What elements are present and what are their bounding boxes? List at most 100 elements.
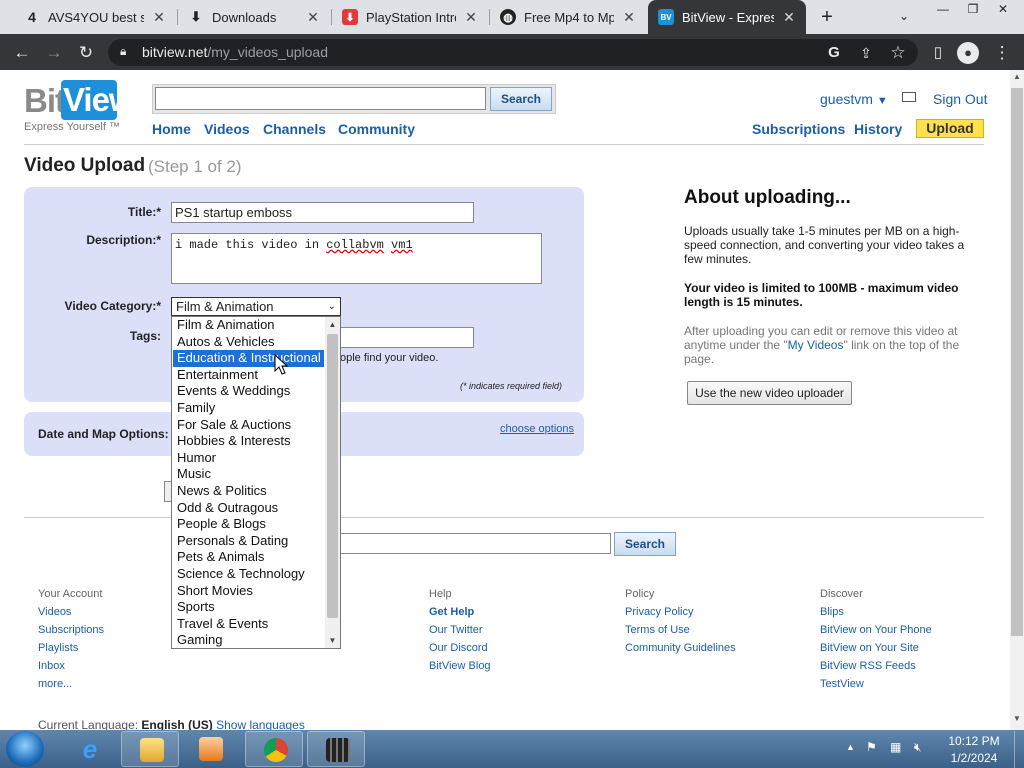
footer-link[interactable]: Community Guidelines: [625, 639, 795, 657]
category-option[interactable]: Pets & Animals: [173, 549, 324, 566]
lock-icon[interactable]: 🔒︎: [120, 44, 134, 60]
tray-expand-icon[interactable]: ▲: [846, 742, 855, 752]
footer-link[interactable]: Terms of Use: [625, 621, 795, 639]
category-option[interactable]: Science & Technology: [173, 566, 324, 583]
tab-playstation-intro[interactable]: ⬇ PlayStation Intro 1 ✕: [332, 0, 488, 34]
footer-search-input[interactable]: [340, 533, 611, 554]
internet-explorer-icon[interactable]: e: [60, 731, 118, 767]
description-field[interactable]: i made this video in collabvm vm1: [171, 233, 542, 284]
category-dropdown-list[interactable]: Film & Animation Autos & Vehicles Educat…: [171, 316, 341, 649]
close-tab-icon[interactable]: ✕: [782, 9, 796, 26]
footer-link[interactable]: Playlists: [38, 639, 188, 657]
tab-search-chevron-icon[interactable]: ⌄: [894, 6, 914, 26]
minimize-window-icon[interactable]: —: [928, 0, 958, 20]
address-url[interactable]: bitview.net/my_videos_upload: [142, 44, 328, 60]
search-input[interactable]: [155, 87, 486, 110]
category-option[interactable]: Events & Weddings: [173, 383, 324, 400]
category-option[interactable]: Gaming: [173, 632, 324, 648]
media-player-icon[interactable]: [181, 731, 239, 767]
category-option[interactable]: Odd & Outragous: [173, 500, 324, 517]
more-menu-icon[interactable]: ⋮: [990, 41, 1014, 65]
category-select[interactable]: Film & Animation ⌄: [171, 297, 341, 316]
nav-channels[interactable]: Channels: [263, 121, 326, 137]
video-editor-icon[interactable]: [307, 731, 365, 767]
footer-link[interactable]: more...: [38, 675, 188, 693]
category-option[interactable]: Humor: [173, 450, 324, 467]
category-option[interactable]: Personals & Dating: [173, 533, 324, 550]
nav-community[interactable]: Community: [338, 121, 415, 137]
action-center-flag-icon[interactable]: ⚑: [866, 740, 882, 756]
my-videos-link[interactable]: My Videos: [788, 338, 844, 352]
back-arrow-icon[interactable]: ←: [10, 41, 34, 65]
category-option[interactable]: Family: [173, 400, 324, 417]
title-field[interactable]: PS1 startup emboss: [171, 202, 474, 223]
footer-link[interactable]: Our Discord: [429, 639, 579, 657]
new-tab-icon[interactable]: +: [815, 5, 839, 29]
volume-muted-icon[interactable]: 🔇︎: [914, 740, 930, 756]
close-tab-icon[interactable]: ✕: [622, 9, 636, 26]
show-desktop-button[interactable]: [1014, 731, 1024, 768]
chrome-icon[interactable]: [245, 731, 303, 767]
scroll-up-arrow-icon[interactable]: ▲: [1010, 72, 1024, 86]
choose-options-link[interactable]: choose options: [500, 423, 574, 435]
logo-view[interactable]: View: [61, 80, 135, 120]
bookmark-star-icon[interactable]: ☆: [886, 41, 910, 65]
user-menu[interactable]: guestvm ▼: [820, 91, 888, 107]
tab-bitview[interactable]: BV BitView - Express Y ✕: [648, 0, 806, 34]
close-tab-icon[interactable]: ✕: [306, 9, 320, 26]
windows-start-icon[interactable]: [6, 731, 44, 767]
close-tab-icon[interactable]: ✕: [464, 9, 478, 26]
reload-icon[interactable]: ↻: [74, 41, 98, 65]
tab-downloads[interactable]: ⬇ Downloads ✕: [178, 0, 330, 34]
footer-link[interactable]: Privacy Policy: [625, 603, 795, 621]
mail-icon[interactable]: [902, 92, 916, 102]
dropdown-scroll-up-icon[interactable]: ▲: [325, 318, 340, 332]
nav-videos[interactable]: Videos: [204, 121, 250, 137]
logo-bit[interactable]: Bit: [24, 82, 66, 120]
footer-link[interactable]: Subscriptions: [38, 621, 188, 639]
category-option[interactable]: Travel & Events: [173, 616, 324, 633]
footer-link[interactable]: BitView on Your Site: [820, 639, 990, 657]
nav-subscriptions[interactable]: Subscriptions: [752, 121, 845, 137]
category-option[interactable]: For Sale & Auctions: [173, 417, 324, 434]
category-option[interactable]: News & Politics: [173, 483, 324, 500]
footer-link[interactable]: BitView Blog: [429, 657, 579, 675]
page-scrollbar-thumb[interactable]: [1011, 88, 1023, 636]
share-icon[interactable]: ⇪: [854, 41, 878, 65]
forward-arrow-icon[interactable]: →: [42, 41, 66, 65]
footer-link[interactable]: Get Help: [429, 603, 579, 621]
nav-history[interactable]: History: [854, 121, 902, 137]
search-button[interactable]: Search: [490, 87, 552, 111]
category-option[interactable]: Entertainment: [173, 367, 324, 384]
google-icon[interactable]: G: [822, 41, 846, 65]
footer-link[interactable]: Blips: [820, 603, 990, 621]
category-option[interactable]: Hobbies & Interests: [173, 433, 324, 450]
file-explorer-icon[interactable]: [121, 731, 179, 767]
category-option[interactable]: Sports: [173, 599, 324, 616]
category-option[interactable]: Music: [173, 466, 324, 483]
new-uploader-button[interactable]: Use the new video uploader: [687, 381, 852, 405]
profile-avatar-icon[interactable]: ●: [957, 42, 979, 64]
scroll-down-arrow-icon[interactable]: ▼: [1010, 714, 1024, 728]
footer-link[interactable]: Videos: [38, 603, 188, 621]
close-window-icon[interactable]: ✕: [988, 0, 1018, 20]
tab-avs4you[interactable]: 4 AVS4YOU best sof ✕: [14, 0, 176, 34]
clock-date[interactable]: 1/2/2024: [938, 751, 1010, 765]
dropdown-scroll-down-icon[interactable]: ▼: [325, 634, 340, 648]
footer-search-button[interactable]: Search: [614, 532, 676, 556]
side-panel-icon[interactable]: ▯: [926, 41, 950, 65]
tab-free-mp4-to-mp3[interactable]: ◍ Free Mp4 to Mp3 ✕: [490, 0, 646, 34]
category-option[interactable]: Film & Animation: [173, 317, 324, 334]
upload-button[interactable]: Upload: [916, 119, 984, 138]
clock-time[interactable]: 10:12 PM: [938, 734, 1010, 748]
footer-link[interactable]: BitView RSS Feeds: [820, 657, 990, 675]
nav-home[interactable]: Home: [152, 121, 191, 137]
dropdown-scrollbar-thumb[interactable]: [327, 334, 338, 618]
category-option[interactable]: Short Movies: [173, 583, 324, 600]
sign-out-link[interactable]: Sign Out: [933, 91, 987, 107]
footer-link[interactable]: Our Twitter: [429, 621, 579, 639]
footer-link[interactable]: TestView: [820, 675, 990, 693]
category-option[interactable]: People & Blogs: [173, 516, 324, 533]
network-icon[interactable]: ▦: [890, 740, 906, 756]
category-option[interactable]: Autos & Vehicles: [173, 334, 324, 351]
